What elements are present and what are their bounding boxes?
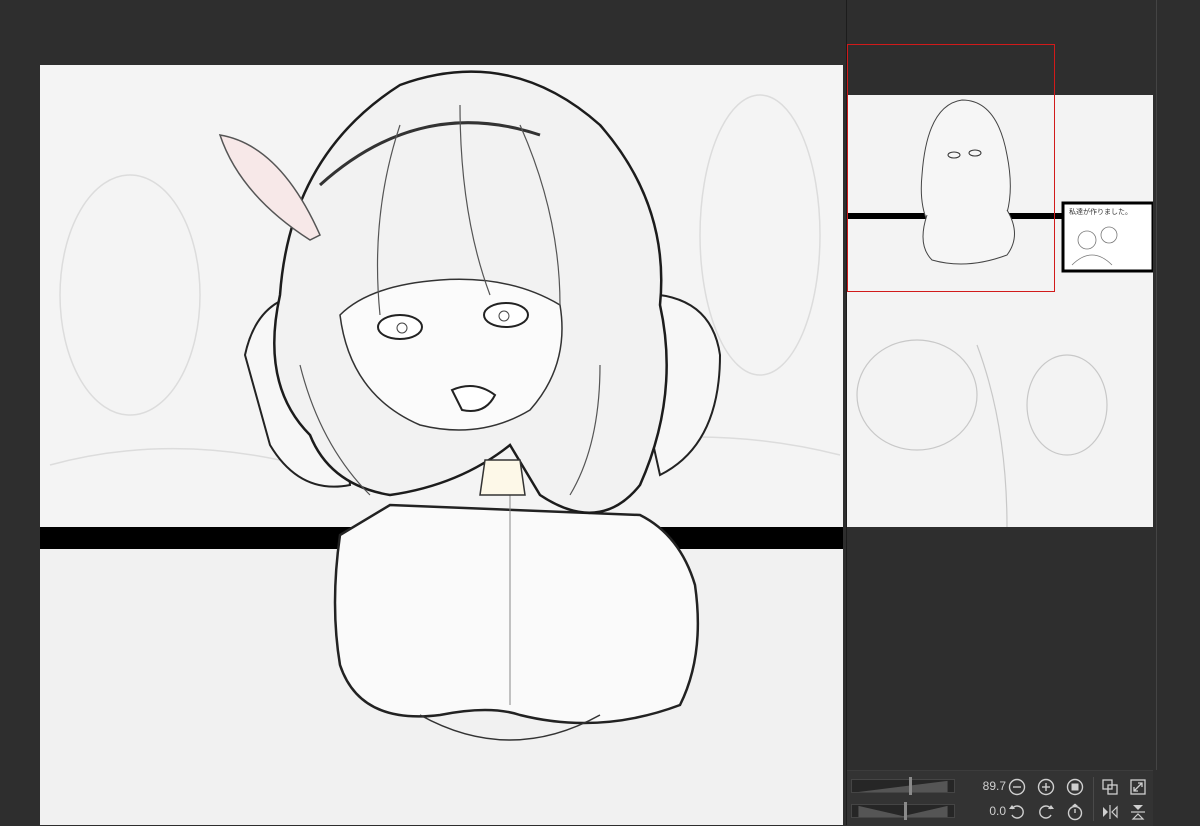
right-side-strip bbox=[1153, 0, 1200, 825]
rotation-slider[interactable] bbox=[851, 802, 955, 820]
toolbar-separator bbox=[1093, 777, 1094, 821]
navigator-viewport-rect[interactable] bbox=[847, 44, 1055, 292]
stop-circle-icon[interactable] bbox=[1065, 777, 1085, 797]
minus-circle-icon[interactable] bbox=[1007, 777, 1027, 797]
rotate-left-icon[interactable] bbox=[1007, 802, 1027, 822]
flip-vertical-icon[interactable] bbox=[1128, 802, 1148, 822]
zoom-slider-track bbox=[858, 780, 948, 792]
navigator-panel[interactable]: 私達が作りました。 bbox=[847, 0, 1153, 770]
rotate-right-icon[interactable] bbox=[1036, 802, 1056, 822]
zoom-slider[interactable] bbox=[851, 777, 955, 795]
plus-circle-icon[interactable] bbox=[1036, 777, 1056, 797]
strip-edge bbox=[1156, 0, 1157, 770]
fit-window-icon[interactable] bbox=[1100, 777, 1120, 797]
thumbnail-caption: 私達が作りました。 bbox=[1069, 208, 1132, 216]
zoom-slider-knob[interactable] bbox=[909, 777, 912, 795]
canvas-area[interactable] bbox=[0, 0, 846, 825]
reset-rotation-icon[interactable] bbox=[1065, 802, 1085, 822]
rotation-value[interactable]: 0.0 bbox=[960, 804, 1006, 818]
rotation-slider-track bbox=[858, 805, 948, 817]
zoom-value[interactable]: 89.7 bbox=[960, 779, 1006, 793]
artwork-sketch bbox=[40, 70, 843, 825]
expand-icon[interactable] bbox=[1128, 777, 1148, 797]
canvas-page[interactable] bbox=[40, 65, 843, 825]
navigator-toolbar: 89.7 0.0 bbox=[847, 770, 1153, 826]
rotation-slider-knob[interactable] bbox=[904, 802, 907, 820]
flip-horizontal-icon[interactable] bbox=[1100, 802, 1120, 822]
